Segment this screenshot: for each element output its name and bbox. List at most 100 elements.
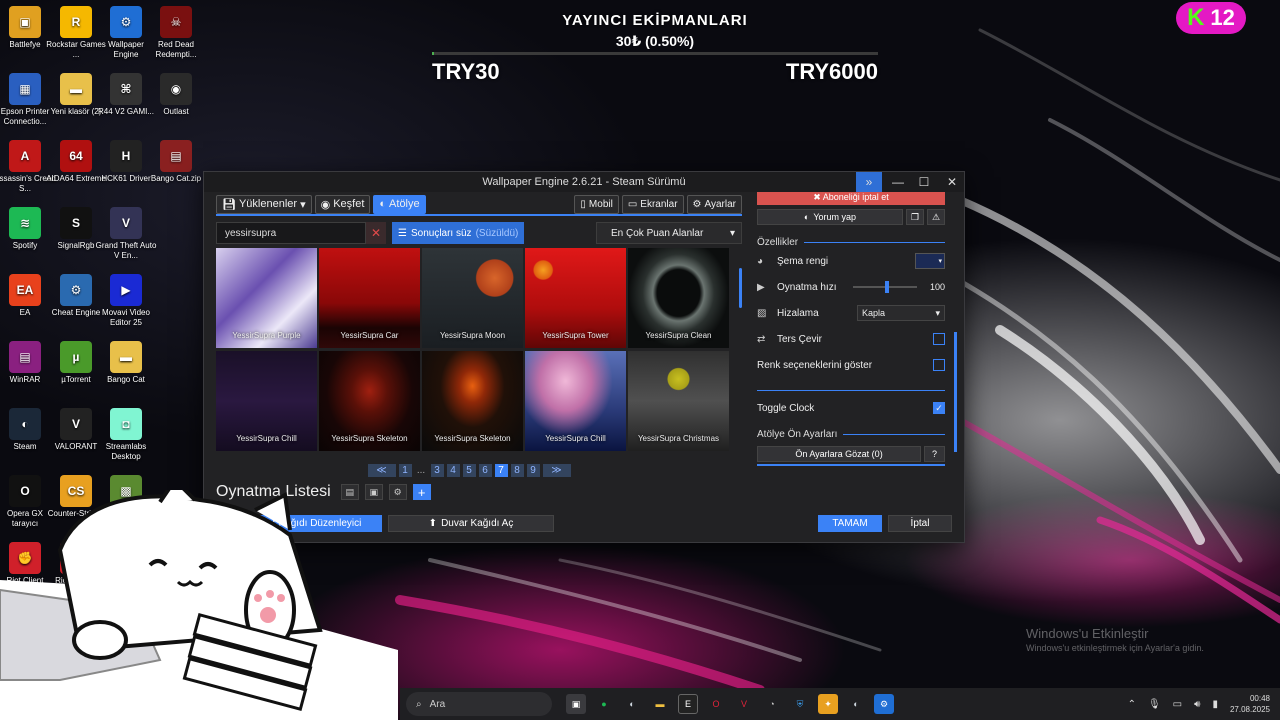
properties-scrollbar[interactable] [954,332,957,452]
app-icon: ☠ [160,6,192,38]
show-color-options-checkbox[interactable] [933,359,945,371]
unsubscribe-button[interactable]: ✖ Aboneliği iptal et [757,192,945,205]
app-icon: ⚙ [110,6,142,38]
scheme-color-label: Şema rengi [777,255,829,267]
phone-icon: ▯ [580,198,586,210]
wallpaper-tile[interactable]: YessirSupra Tower [525,248,626,348]
spotify-icon[interactable]: ● [594,694,614,714]
wallpaper-tile[interactable]: YessirSupra Skeleton [319,351,420,451]
desktop-icon-movavi-video-editor-25[interactable]: ▶ Movavi Video Editor 25 [95,270,157,328]
page-8-button[interactable]: 8 [510,464,524,477]
search-input[interactable]: yessirsupra [216,222,366,244]
tab-discover[interactable]: ◉ Keşfet [314,194,371,214]
page-5-button[interactable]: 5 [462,464,476,477]
open-wallpaper-button[interactable]: ⬆ Duvar Kağıdı Aç [388,515,554,532]
system-clock[interactable]: 00:48 27.08.2025 [1230,693,1270,715]
sort-select[interactable]: En Çok Puan Alanlar ▾ [596,222,742,244]
comment-button[interactable]: ◐ Yorum yap [757,209,903,225]
playback-speed-slider[interactable] [853,281,917,293]
desktop-icon-red-dead-redempti[interactable]: ☠ Red Dead Redempti... [145,2,207,60]
wallpaper-engine-window: Wallpaper Engine 2.6.21 - Steam Sürümü »… [203,171,965,543]
close-button[interactable]: ✕ [938,172,966,192]
alignment-value: Kapla [862,308,886,318]
chevron-up-icon[interactable]: ⌃ [1128,699,1136,710]
defender-icon[interactable]: ⛨ [790,694,810,714]
file-explorer-icon[interactable]: ▬ [650,694,670,714]
mobile-button[interactable]: ▯ Mobil [574,194,619,214]
steam-icon[interactable]: ◐ [622,694,642,714]
page-6-button[interactable]: 6 [478,464,492,477]
copy-icon[interactable]: ❐ [906,209,924,225]
desktop-icon-label: Bango Cat.zip [150,174,202,183]
clear-search-button[interactable]: ✕ [366,222,386,244]
browse-presets-button[interactable]: Ön Ayarlara Gözat (0) [757,446,921,462]
playback-speed-label: Oynatma hızı [777,281,837,293]
page-1-button[interactable]: 1 [398,464,412,477]
desktop-icon-bango-cat[interactable]: ▬ Bango Cat [95,337,157,385]
browse-panel: 💾︎ Yüklenenler ▾ ◉ Keşfet ◐ Atölye ▯ Mobil ▭ E… [216,192,742,501]
tab-workshop[interactable]: ◐ Atölye [373,194,426,214]
scheme-color-row: ◕ Şema rengi ▾ [757,248,945,274]
signalrgb-icon[interactable]: ◔ [762,694,782,714]
opera-gx-icon[interactable]: O [706,694,726,714]
toggle-clock-checkbox[interactable]: ✓ [933,402,945,414]
cancel-button[interactable]: İptal [888,515,952,532]
title-bar[interactable]: Wallpaper Engine 2.6.21 - Steam Sürümü »… [204,172,964,192]
wallpaper-tile[interactable]: YessirSupra Purple [216,248,317,348]
network-icon[interactable]: ▭ [1173,699,1182,710]
page-next-button[interactable]: ≫ [542,464,571,477]
filter-status: (Süzüldü) [475,227,519,239]
maximize-button[interactable]: ☐ [910,172,938,192]
page-4-button[interactable]: 4 [446,464,460,477]
volume-icon[interactable]: 🔊︎ [1194,699,1200,710]
scheme-color-picker[interactable]: ▾ [915,253,945,269]
wallpaper-tile[interactable]: YessirSupra Chill [525,351,626,451]
wallpaper-tile[interactable]: YessirSupra Skeleton [422,351,523,451]
wallpaper-tile-label: YessirSupra Car [340,331,399,340]
alignment-select[interactable]: Kapla ▾ [857,305,945,321]
donation-title: YAYINCI EKİPMANLARI [562,12,748,29]
help-button[interactable]: ? [924,446,945,462]
steam-icon: ◐ [379,198,387,210]
window-title: Wallpaper Engine 2.6.21 - Steam Sürümü [482,176,686,188]
epic-games-icon[interactable]: E [678,694,698,714]
add-icon[interactable]: + [412,484,431,500]
ok-button[interactable]: TAMAM [818,515,882,532]
page-3-button[interactable]: 3 [430,464,444,477]
displays-button[interactable]: ▭ Ekranlar [621,194,684,214]
wallpaper-tile[interactable]: YessirSupra Moon [422,248,523,348]
desktop-icon-bango-cat-zip[interactable]: ▤ Bango Cat.zip [145,136,207,184]
wallpaper-tile[interactable]: YessirSupra Christmas [628,351,729,451]
wallpaper-tile[interactable]: YessirSupra Clean [628,248,729,348]
desktop-icon-streamlabs-desktop[interactable]: ◘ Streamlabs Desktop [95,404,157,462]
wallpaper-tile[interactable]: YessirSupra Chill [216,351,317,451]
minimize-button[interactable]: — [884,172,912,192]
battery-icon[interactable]: ▮ [1212,699,1218,710]
app-icon: ⌘ [110,73,142,105]
app-icon: ▬ [110,341,142,373]
page-9-button[interactable]: 9 [526,464,540,477]
settings-label: Ayarlar [704,198,737,210]
filter-results-button[interactable]: ☰ Sonuçları süz (Süzüldü) [392,222,525,244]
microphone-icon[interactable]: 🎙︎ [1148,699,1161,710]
tab-installed-label: Yüklenenler [238,198,298,210]
taskbar-search[interactable]: ⌕ Ara [406,692,552,716]
desktop-icon-outlast[interactable]: ◉ Outlast [145,69,207,117]
wallpaper-tile[interactable]: YessirSupra Car [319,248,420,348]
page-first-button[interactable]: ≪ [367,464,396,477]
flip-checkbox[interactable] [933,333,945,345]
page-7-button[interactable]: 7 [494,464,508,477]
tab-installed[interactable]: 💾︎ Yüklenenler ▾ [216,194,312,214]
desktop-icon-label: Bango Cat [107,375,145,384]
desktop-icon-grand-theft-auto-v-en[interactable]: V Grand Theft Auto V En... [95,203,157,261]
desktop-icon-label: Streamlabs Desktop [105,442,147,461]
grid-scrollbar[interactable] [739,268,742,308]
wallpaper-engine-icon[interactable]: ⚙ [874,694,894,714]
warning-icon[interactable]: ⚠ [927,209,945,225]
steam-icon-2[interactable]: ◐ [846,694,866,714]
double-chevron-icon[interactable]: » [856,172,882,192]
settings-button[interactable]: ⚙ Ayarlar [686,194,742,214]
counter-strike-icon[interactable]: ✦ [818,694,838,714]
valorant-icon[interactable]: V [734,694,754,714]
task-view-icon[interactable]: ▣ [566,694,586,714]
